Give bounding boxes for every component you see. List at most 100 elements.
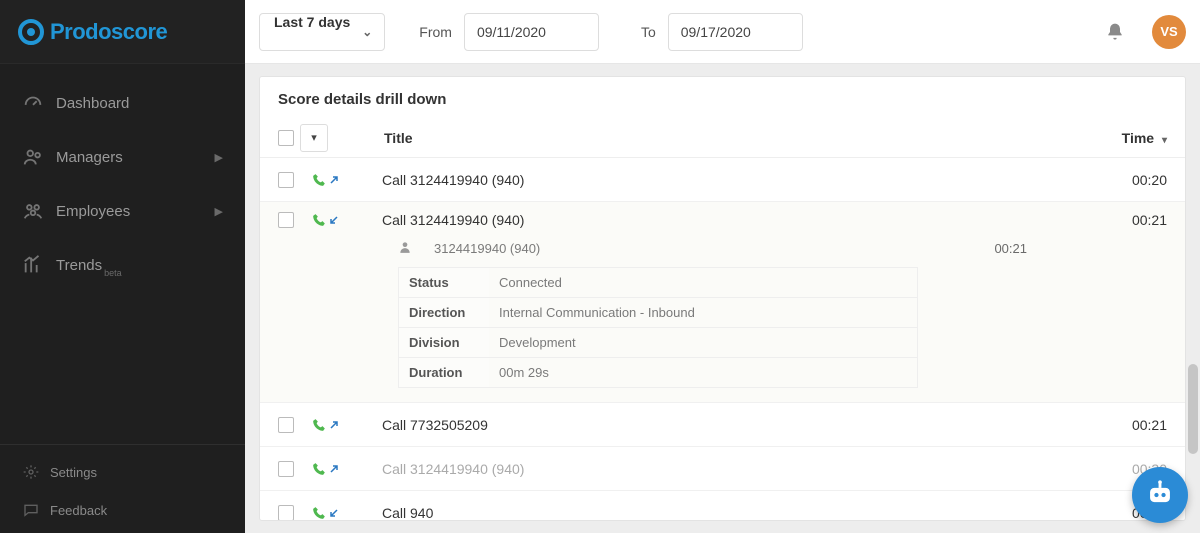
table-row[interactable]: Call 3124419940 (940)00:20 <box>260 158 1185 202</box>
detail-key: Direction <box>399 298 489 327</box>
employees-icon <box>20 200 46 222</box>
phone-icon <box>312 213 326 227</box>
table-row[interactable]: Call 773250520900:21 <box>260 403 1185 447</box>
content: Score details drill down ▾ Title Time ▾ … <box>245 64 1200 533</box>
detail-value: Connected <box>489 268 917 297</box>
detail-row: Duration00m 29s <box>399 357 917 387</box>
detail-row: DivisionDevelopment <box>399 327 917 357</box>
from-date-input[interactable] <box>464 13 599 51</box>
sidebar-item-label: Feedback <box>50 503 107 518</box>
detail-header-time: 00:21 <box>994 241 1167 256</box>
call-direction-icon <box>312 462 340 476</box>
sidebar-item-label: Managers <box>56 149 123 166</box>
logo-icon <box>18 19 44 45</box>
detail-table: StatusConnectedDirectionInternal Communi… <box>398 267 918 388</box>
arrow-in-icon <box>328 214 340 226</box>
sidebar-item-feedback[interactable]: Feedback <box>0 491 245 529</box>
date-range-select[interactable]: Last 7 days ⌄ <box>259 13 385 51</box>
arrow-in-icon <box>328 507 340 519</box>
call-direction-icon <box>312 506 340 520</box>
to-date-input[interactable] <box>668 13 803 51</box>
sidebar-item-label: Settings <box>50 465 97 480</box>
sidebar-item-label: Employees <box>56 203 130 220</box>
detail-value: 00m 29s <box>489 358 917 387</box>
trends-icon <box>20 254 46 276</box>
row-title: Call 7732505209 <box>382 417 1132 433</box>
row-title: Call 3124419940 (940) <box>382 172 1132 188</box>
table-row[interactable]: Call 3124419940 (940)00:30 <box>260 447 1185 491</box>
row-checkbox[interactable] <box>278 461 294 477</box>
managers-icon <box>20 146 46 168</box>
brand-logo[interactable]: Prodoscore <box>0 0 245 64</box>
table-row[interactable]: Call 3124419940 (940)00:213124419940 (94… <box>260 202 1185 403</box>
select-all-checkbox[interactable] <box>278 130 294 146</box>
row-title: Call 3124419940 (940) <box>382 461 1132 477</box>
phone-icon <box>312 418 326 432</box>
table-row[interactable]: Call 94000:30 <box>260 491 1185 520</box>
row-time: 00:21 <box>1132 212 1167 228</box>
sidebar-item-label: Trends <box>56 257 102 274</box>
topbar: Last 7 days ⌄ From To VS <box>245 0 1200 64</box>
chatbot-icon <box>1143 478 1177 512</box>
detail-row: StatusConnected <box>399 267 917 297</box>
column-time[interactable]: Time ▾ <box>1122 130 1167 146</box>
column-title[interactable]: Title <box>384 130 413 146</box>
bell-icon <box>1105 22 1125 42</box>
phone-icon <box>312 506 326 520</box>
sidebar-item-managers[interactable]: Managers ▶ <box>0 130 245 184</box>
sidebar-item-label: Dashboard <box>56 95 129 112</box>
detail-key: Status <box>399 268 489 297</box>
gauge-icon <box>20 92 46 114</box>
bulk-actions-dropdown[interactable]: ▾ <box>300 124 328 152</box>
to-label: To <box>641 24 656 40</box>
sidebar-bottom: Settings Feedback <box>0 444 245 533</box>
notifications-button[interactable] <box>1098 15 1132 49</box>
call-direction-icon <box>312 173 340 187</box>
arrow-out-icon <box>328 419 340 431</box>
brand-name: Prodoscore <box>50 19 167 45</box>
beta-badge: beta <box>104 268 122 292</box>
score-details-panel: Score details drill down ▾ Title Time ▾ … <box>259 76 1186 521</box>
scrollbar-thumb[interactable] <box>1188 364 1198 454</box>
table-header: ▾ Title Time ▾ <box>260 118 1185 158</box>
sidebar-item-settings[interactable]: Settings <box>0 453 245 491</box>
row-detail: 3124419940 (940) 00:21 StatusConnectedDire… <box>278 228 1167 388</box>
row-checkbox[interactable] <box>278 417 294 433</box>
table-body: Call 3124419940 (940)00:20Call 312441994… <box>260 158 1185 520</box>
detail-key: Duration <box>399 358 489 387</box>
column-time-label: Time <box>1122 130 1154 146</box>
user-avatar[interactable]: VS <box>1152 15 1186 49</box>
sidebar-item-employees[interactable]: Employees ▶ <box>0 184 245 238</box>
avatar-initials: VS <box>1160 24 1177 39</box>
row-checkbox[interactable] <box>278 172 294 188</box>
sidebar-nav: Dashboard Managers ▶ Employees ▶ <box>0 64 245 444</box>
chevron-right-icon: ▶ <box>215 151 223 164</box>
detail-key: Division <box>399 328 489 357</box>
row-title: Call 3124419940 (940) <box>382 212 1132 228</box>
call-direction-icon <box>312 213 340 227</box>
person-icon <box>398 240 416 257</box>
detail-row: DirectionInternal Communication - Inboun… <box>399 297 917 327</box>
detail-header-label: 3124419940 (940) <box>434 241 540 256</box>
chatbot-button[interactable] <box>1132 467 1188 523</box>
feedback-icon <box>20 502 42 518</box>
gear-icon <box>20 464 42 480</box>
row-time: 00:21 <box>1132 417 1167 433</box>
row-checkbox[interactable] <box>278 505 294 521</box>
row-time: 00:20 <box>1132 172 1167 188</box>
row-checkbox[interactable] <box>278 212 294 228</box>
chevron-down-icon: ⌄ <box>362 25 372 39</box>
sidebar-item-dashboard[interactable]: Dashboard <box>0 76 245 130</box>
detail-value: Internal Communication - Inbound <box>489 298 917 327</box>
sort-down-icon: ▾ <box>1162 135 1167 146</box>
detail-value: Development <box>489 328 917 357</box>
main: Last 7 days ⌄ From To VS Score details d… <box>245 0 1200 533</box>
arrow-out-icon <box>328 174 340 186</box>
phone-icon <box>312 462 326 476</box>
arrow-out-icon <box>328 463 340 475</box>
sidebar-item-trends[interactable]: Trends beta <box>0 238 245 292</box>
range-label: Last 7 days <box>274 14 350 30</box>
app-root: Prodoscore Dashboard Managers ▶ Emp <box>0 0 1200 533</box>
phone-icon <box>312 173 326 187</box>
panel-heading: Score details drill down <box>260 77 1185 118</box>
